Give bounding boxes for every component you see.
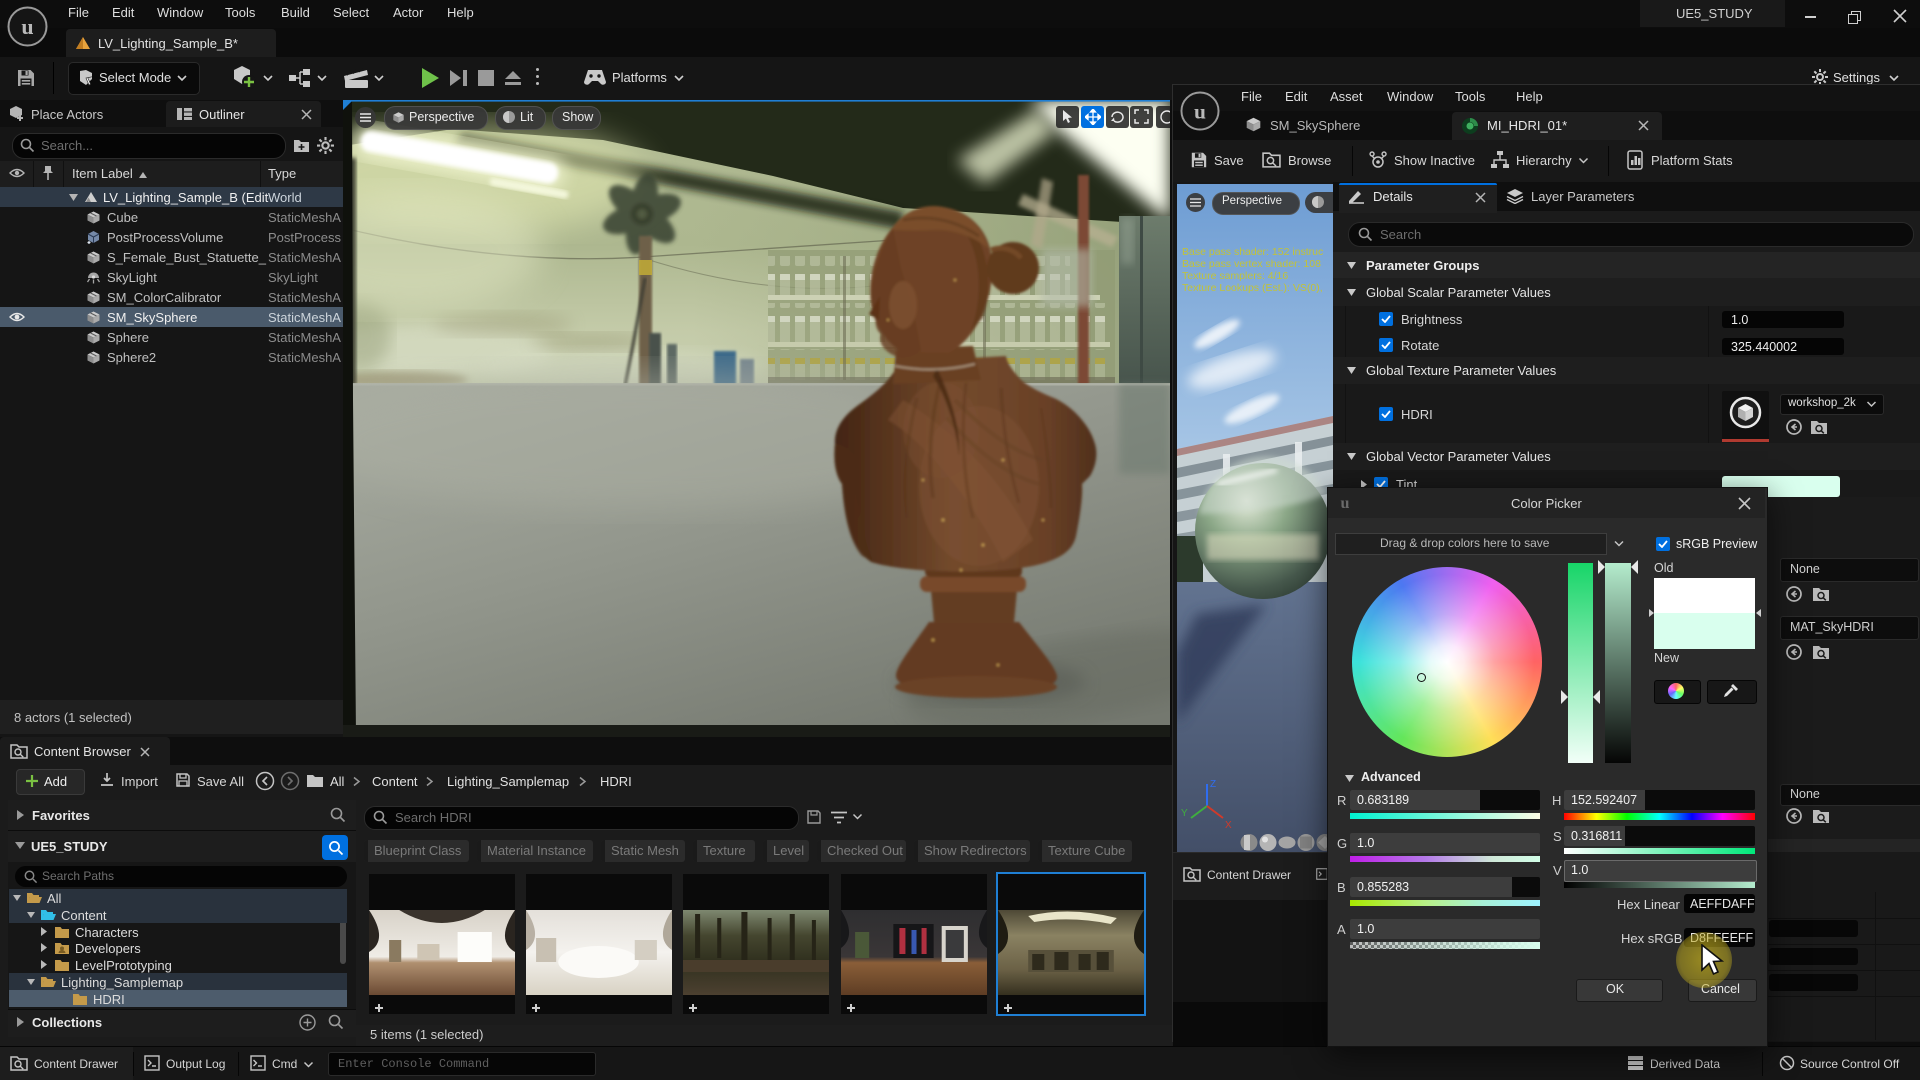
svg-text:X: X	[1225, 820, 1232, 831]
svg-text:Z: Z	[1210, 779, 1216, 790]
svg-text:u: u	[1194, 99, 1206, 123]
svg-text:u: u	[21, 14, 33, 39]
svg-text:Y: Y	[1181, 808, 1188, 819]
svg-text:u: u	[1341, 495, 1350, 512]
